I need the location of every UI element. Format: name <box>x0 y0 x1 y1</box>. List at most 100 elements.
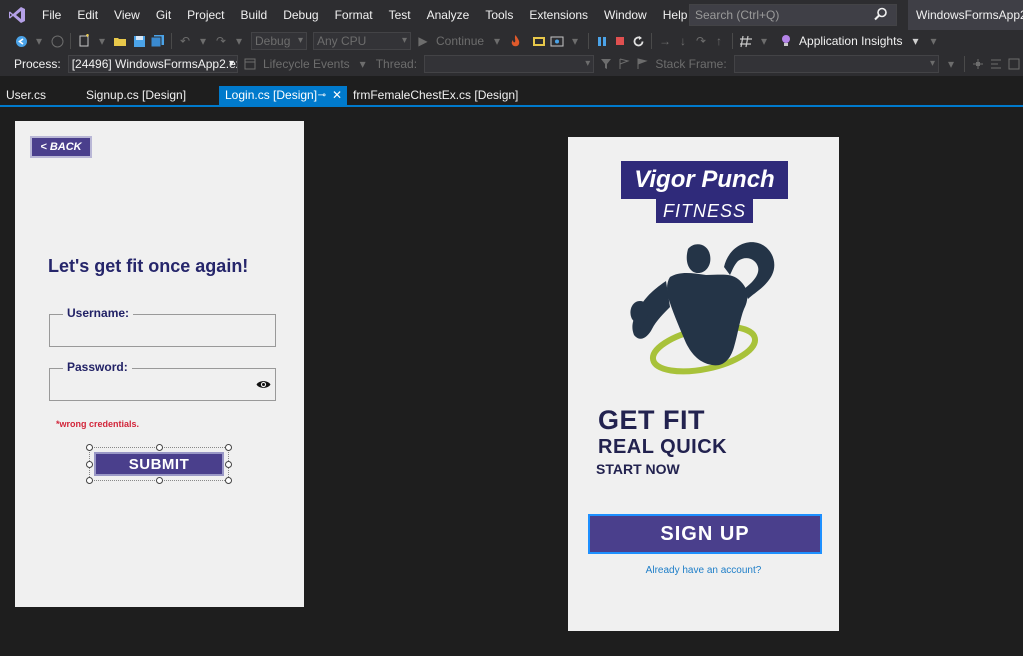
menu-view[interactable]: View <box>106 0 148 30</box>
resize-handle[interactable] <box>86 477 93 484</box>
platform-select[interactable]: Any CPU <box>313 32 411 50</box>
pause-icon[interactable] <box>595 32 609 50</box>
toolbar-separator <box>964 56 965 72</box>
username-field[interactable]: Username: <box>49 306 276 347</box>
menu-git[interactable]: Git <box>148 0 179 30</box>
new-item-icon[interactable] <box>77 32 91 50</box>
chevron-down-icon[interactable]: ▾ <box>944 55 958 73</box>
flag-icon[interactable] <box>635 55 649 73</box>
chevron-down-icon[interactable]: ▾ <box>908 32 922 50</box>
menu-edit[interactable]: Edit <box>69 0 106 30</box>
save-icon[interactable] <box>132 32 146 50</box>
open-folder-icon[interactable] <box>113 32 128 50</box>
show-next-statement-icon[interactable]: → <box>658 32 672 50</box>
tab-signup-design[interactable]: Signup.cs [Design] <box>80 86 218 105</box>
hex-display-icon[interactable] <box>739 32 753 50</box>
standard-toolbar: ▾ ▾ ↶ ▾ ↷ ▾ Debug Any CPU ▶ Continue ▾ ▾… <box>0 30 1023 52</box>
chevron-down-icon[interactable]: ▾ <box>232 32 246 50</box>
navigate-back-icon[interactable] <box>14 32 28 50</box>
logo-title: Vigor Punch <box>621 161 788 199</box>
tab-label: User.cs <box>6 88 47 102</box>
resize-handle[interactable] <box>225 477 232 484</box>
search-input[interactable]: Search (Ctrl+Q) <box>689 4 897 26</box>
process-select[interactable]: [24496] WindowsFormsApp2.exe <box>67 55 238 73</box>
chevron-down-icon[interactable]: ▾ <box>196 32 210 50</box>
signup-form-surface[interactable]: Vigor Punch FITNESS GET FIT REAL QUICK S… <box>568 137 839 631</box>
lifecycle-events-button[interactable]: Lifecycle Events <box>263 57 350 71</box>
application-insights-button[interactable]: Application Insights <box>799 34 902 48</box>
flag-filter-icon[interactable] <box>617 55 631 73</box>
solution-config-select[interactable]: Debug <box>251 32 307 50</box>
resize-handle[interactable] <box>225 444 232 451</box>
save-all-icon[interactable] <box>150 32 165 50</box>
diagnostic-tools-icon[interactable] <box>532 32 546 50</box>
menu-file[interactable]: File <box>34 0 69 30</box>
close-icon[interactable]: ✕ <box>332 86 342 105</box>
menu-project[interactable]: Project <box>179 0 232 30</box>
align-icon[interactable] <box>971 55 985 73</box>
window-title: WindowsFormsApp2 <box>908 0 1023 30</box>
error-message: *wrong credentials. <box>56 419 140 429</box>
navigate-forward-icon[interactable] <box>50 32 64 50</box>
tab-female-chest-design[interactable]: frmFemaleChestEx.cs [Design] <box>347 86 518 105</box>
menu-build[interactable]: Build <box>233 0 276 30</box>
chevron-down-icon[interactable]: ▾ <box>490 32 504 50</box>
chevron-down-icon[interactable]: ▾ <box>757 32 771 50</box>
chevron-down-icon[interactable]: ▾ <box>356 55 370 73</box>
stack-frame-select[interactable] <box>733 55 940 73</box>
lifecycle-events-icon[interactable] <box>243 55 257 73</box>
eye-icon[interactable] <box>256 379 271 393</box>
toolbar-overflow-icon[interactable]: ▾ <box>926 32 940 50</box>
stop-icon[interactable] <box>613 32 627 50</box>
menu-test[interactable]: Test <box>381 0 419 30</box>
password-field[interactable]: Password: <box>49 360 276 401</box>
resize-handle[interactable] <box>156 477 163 484</box>
application-insights-icon[interactable] <box>779 32 793 50</box>
redo-icon[interactable]: ↷ <box>214 32 228 50</box>
search-icon[interactable] <box>874 7 888 24</box>
username-label: Username: <box>63 306 134 320</box>
step-out-icon[interactable]: ↑ <box>712 32 726 50</box>
tab-login-design[interactable]: Login.cs [Design] ⊸ ✕ <box>219 86 347 105</box>
tab-user-cs[interactable]: User.cs <box>0 86 77 105</box>
chevron-down-icon[interactable]: ▾ <box>32 32 46 50</box>
step-into-icon[interactable]: ↓ <box>676 32 690 50</box>
pin-icon[interactable]: ⊸ <box>318 86 326 105</box>
size-icon[interactable] <box>1007 55 1021 73</box>
screenshot-icon[interactable] <box>550 32 564 50</box>
resize-handle[interactable] <box>225 461 232 468</box>
resize-handle[interactable] <box>156 444 163 451</box>
process-label: Process: <box>14 57 61 71</box>
menu-tools[interactable]: Tools <box>477 0 521 30</box>
step-over-icon[interactable]: ↷ <box>694 32 708 50</box>
submit-button[interactable]: SUBMIT <box>94 452 224 476</box>
back-button[interactable]: < BACK <box>30 136 92 158</box>
resize-handle[interactable] <box>86 461 93 468</box>
menu-analyze[interactable]: Analyze <box>419 0 478 30</box>
toolbar-separator <box>732 33 734 49</box>
restart-icon[interactable] <box>631 32 645 50</box>
already-have-account-link[interactable]: Already have an account? <box>568 565 839 576</box>
menu-window[interactable]: Window <box>596 0 655 30</box>
hot-reload-icon[interactable] <box>508 32 522 50</box>
resize-handle[interactable] <box>86 444 93 451</box>
toolbar-separator <box>70 33 71 49</box>
undo-icon[interactable]: ↶ <box>178 32 192 50</box>
logo-subtitle: FITNESS <box>656 199 753 223</box>
sign-up-button[interactable]: SIGN UP <box>588 514 822 554</box>
thread-label: Thread: <box>375 57 418 71</box>
brand-logo: Vigor Punch FITNESS <box>621 161 788 223</box>
menu-extensions[interactable]: Extensions <box>521 0 596 30</box>
continue-button[interactable]: Continue <box>436 34 484 48</box>
menu-format[interactable]: Format <box>327 0 381 30</box>
selection-frame: SUBMIT <box>86 444 232 484</box>
thread-select[interactable] <box>424 55 595 73</box>
chevron-down-icon[interactable]: ▾ <box>95 32 109 50</box>
login-form-surface[interactable]: < BACK Let's get fit once again! Usernam… <box>15 121 304 607</box>
menu-debug[interactable]: Debug <box>275 0 326 30</box>
play-icon[interactable]: ▶ <box>416 32 430 50</box>
visual-studio-logo-icon[interactable] <box>0 0 34 30</box>
filter-icon[interactable] <box>599 55 613 73</box>
layout-icon[interactable] <box>989 55 1003 73</box>
chevron-down-icon[interactable]: ▾ <box>568 32 582 50</box>
